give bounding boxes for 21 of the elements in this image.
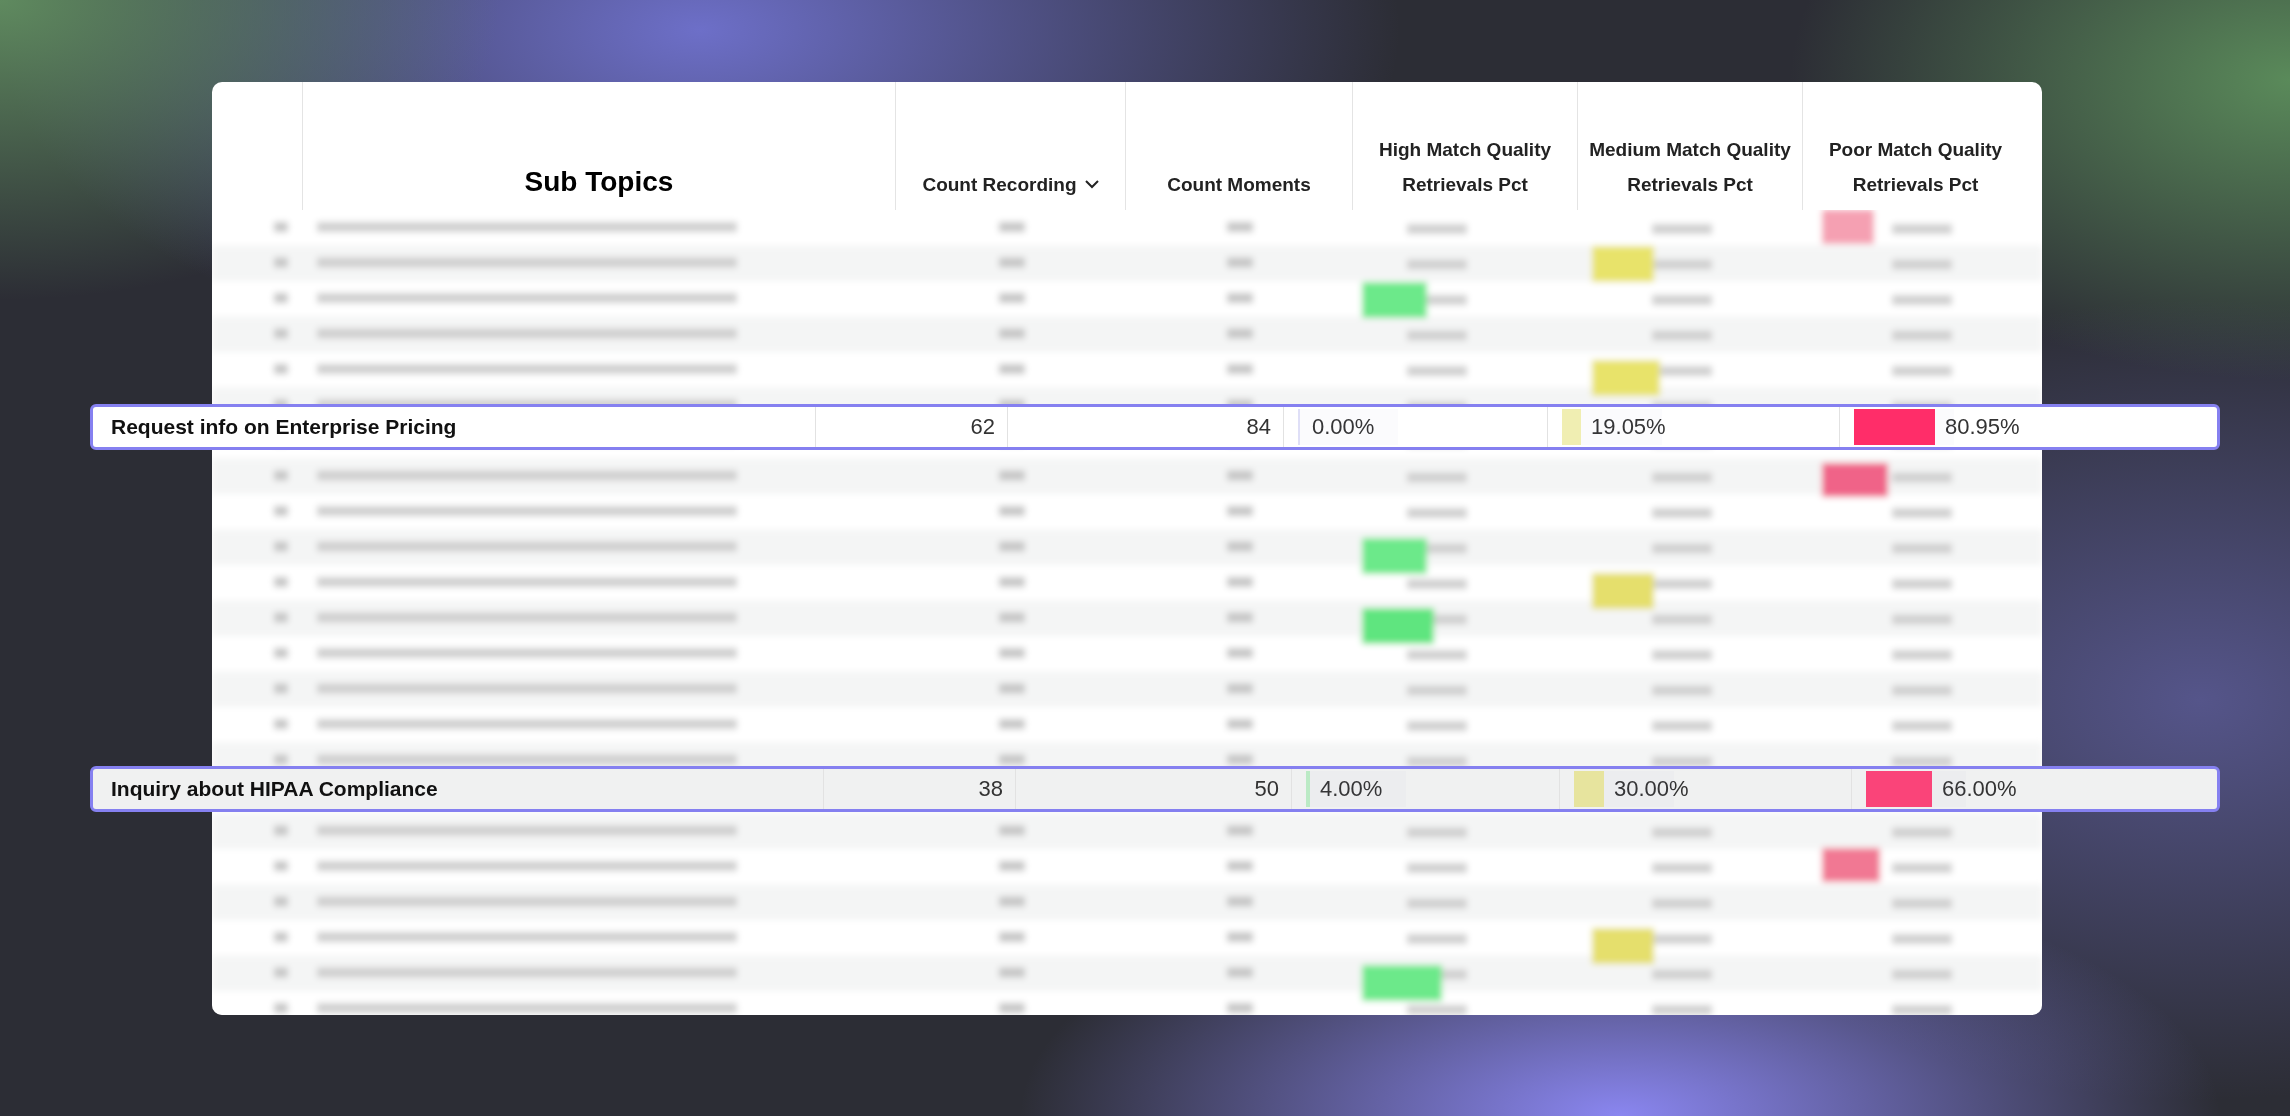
- count-text: 50: [1254, 776, 1279, 802]
- column-header[interactable]: Count Moments: [1167, 167, 1311, 202]
- table-row[interactable]: Inquiry about HIPAA Compliance 38 50 4.00% 30.00% 66.00%: [90, 766, 2220, 812]
- percent-text: 0.00%: [1312, 414, 1375, 440]
- percent-text: 4.00%: [1320, 776, 1383, 802]
- table-row[interactable]: Request info on Enterprise Pricing 62 84 0.00% 19.05% 80.95%: [90, 404, 2220, 450]
- percent-text: 66.00%: [1942, 776, 2017, 802]
- column-header[interactable]: Poor Match Quality Retrievals Pct: [1811, 132, 2020, 202]
- column-header[interactable]: Count Recording: [922, 167, 1099, 202]
- table-title: Sub Topics: [524, 165, 674, 199]
- percent-text: 80.95%: [1944, 414, 2020, 440]
- sub-topic-text: Request info on Enterprise Pricing: [111, 415, 457, 439]
- column-header[interactable]: High Match Quality Retrievals Pct: [1361, 132, 1569, 202]
- count-text: 38: [978, 776, 1003, 802]
- count-text: 84: [1246, 414, 1271, 440]
- percent-text: 30.00%: [1614, 776, 1689, 802]
- sub-topic-text: Inquiry about HIPAA Compliance: [111, 777, 438, 801]
- count-text: 62: [970, 414, 995, 440]
- column-header[interactable]: Medium Match Quality Retrievals Pct: [1586, 132, 1794, 202]
- percent-text: 19.05%: [1591, 414, 1666, 440]
- chevron-down-icon: [1084, 180, 1099, 189]
